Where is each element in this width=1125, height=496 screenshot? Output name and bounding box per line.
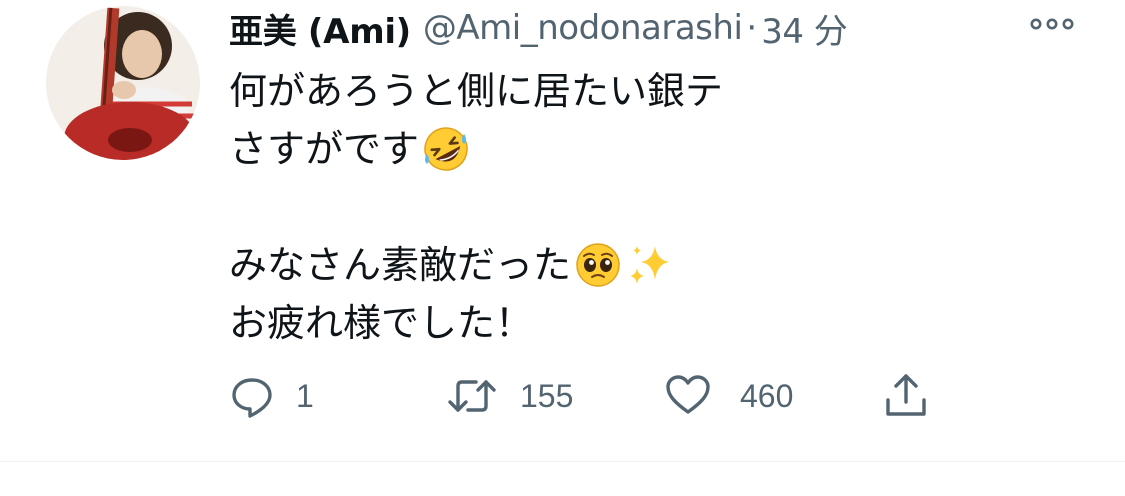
pleading-face-emoji: [573, 240, 623, 290]
more-options-button[interactable]: [1028, 12, 1076, 36]
tweet-header: 亜美 (Ami) @Ami_nodonarashi · 34 分: [229, 4, 848, 53]
more-icon: [1030, 18, 1074, 30]
user-handle[interactable]: @Ami_nodonarashi: [423, 8, 743, 48]
display-name[interactable]: 亜美 (Ami): [229, 4, 411, 53]
avatar[interactable]: [46, 6, 200, 160]
reply-count: 1: [296, 377, 314, 414]
reply-icon: [232, 378, 272, 418]
retweet-count: 155: [520, 377, 574, 414]
like-count: 460: [740, 377, 794, 414]
retweet-button[interactable]: 155: [446, 372, 573, 420]
heart-icon: [666, 375, 710, 414]
like-button[interactable]: 460: [664, 372, 793, 420]
retweet-icon: [448, 380, 496, 412]
tweet-line-text: 何があろうと側に居たい銀テ: [229, 69, 724, 113]
action-bar: 1 155 460: [228, 372, 948, 420]
share-button[interactable]: [882, 372, 930, 420]
timestamp[interactable]: 34 分: [761, 4, 848, 53]
rolling-on-floor-laughing-emoji: [421, 124, 471, 174]
sparkles-emoji: [625, 240, 675, 290]
tweet-line: さすがです: [229, 120, 1089, 178]
tweet-line-text: みなさん素敵だった: [229, 243, 572, 287]
bottom-divider: [0, 461, 1125, 462]
tweet-line: みなさん素敵だった: [229, 236, 1089, 294]
tweet-line: 何があろうと側に居たい銀テ: [229, 62, 1089, 120]
avatar-image: [46, 6, 200, 160]
separator-dot: ·: [746, 8, 758, 48]
tweet-line-text: さすがです: [229, 127, 420, 171]
tweet-text: 何があろうと側に居たい銀テ さすがです みなさん素敵だった お疲れ様でした！: [229, 62, 1089, 352]
share-icon: [886, 374, 926, 416]
tweet-line: お疲れ様でした！: [229, 294, 1089, 352]
tweet-line-text: お疲れ様でした！: [229, 301, 534, 345]
reply-button[interactable]: 1: [228, 372, 314, 420]
